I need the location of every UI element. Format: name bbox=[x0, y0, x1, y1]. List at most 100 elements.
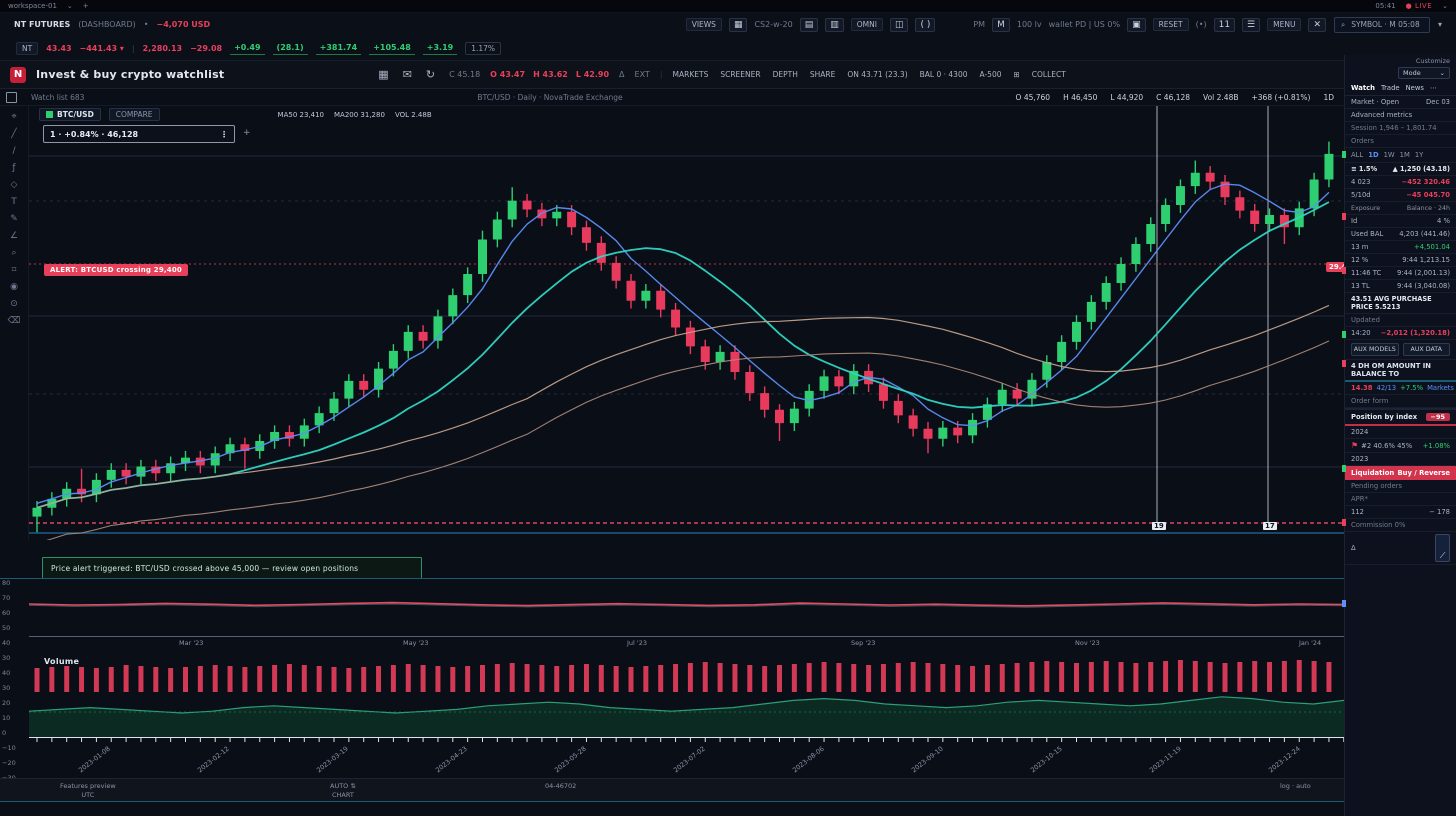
range-tab-1W[interactable]: 1W bbox=[1384, 151, 1395, 159]
mid-axis-label-0: Mar '23 bbox=[179, 639, 203, 647]
app-logo[interactable]: N bbox=[10, 67, 26, 83]
menu-depth[interactable]: DEPTH bbox=[773, 70, 798, 79]
gain-pill-3[interactable]: +381.74 bbox=[316, 42, 362, 55]
mixed-part[interactable]: Markets bbox=[1427, 384, 1454, 392]
dot-separator: • bbox=[144, 20, 149, 29]
delete-icon[interactable]: ⌫ bbox=[5, 314, 23, 328]
candlestick-chart[interactable] bbox=[29, 106, 1344, 540]
sidebar-row-4[interactable]: ALL 1D 1W 1M 1Y bbox=[1345, 148, 1456, 163]
symbol-search-input[interactable]: ⌕ SYMBOL · M 05:08 bbox=[1334, 17, 1430, 33]
brackets-icon[interactable]: ( ) bbox=[915, 18, 935, 32]
momentum-pane[interactable] bbox=[29, 581, 1344, 635]
mode-select[interactable]: Mode ⌄ bbox=[1398, 67, 1450, 79]
customize-link[interactable]: Customize bbox=[1345, 55, 1456, 65]
ticker-strip: NT FUTURES(DASHBOARD)•−4,070 USD VIEWS▦C… bbox=[0, 13, 1456, 61]
omni-button[interactable]: OMNI bbox=[851, 18, 883, 31]
price-alert-banner[interactable]: Price alert triggered: BTC/USD crossed a… bbox=[42, 557, 422, 579]
scale-toggle[interactable]: log · auto bbox=[1280, 782, 1311, 791]
features-toggle[interactable]: Features previewUTC bbox=[60, 782, 116, 800]
shapes-icon[interactable]: ◇ bbox=[5, 178, 23, 192]
lock-icon[interactable]: ⊙ bbox=[5, 297, 23, 311]
text-icon[interactable]: T bbox=[5, 195, 23, 209]
compare-chip[interactable]: COMPARE bbox=[109, 108, 160, 121]
panel-11-button[interactable]: 11 bbox=[1214, 18, 1235, 32]
volume-pane[interactable] bbox=[29, 648, 1344, 737]
grid-tool-icon[interactable]: ⌗ bbox=[5, 263, 23, 277]
exchange-chip[interactable]: NT bbox=[16, 42, 38, 55]
views-button[interactable]: VIEWS bbox=[686, 18, 722, 31]
cursor-icon[interactable]: ⌖ bbox=[5, 110, 23, 124]
trendline-icon[interactable]: ╱ bbox=[5, 127, 23, 141]
chart-layout-icon[interactable]: ▦ bbox=[374, 67, 392, 82]
add-workspace-icon[interactable]: + bbox=[83, 2, 89, 10]
range-tab-1Y[interactable]: 1Y bbox=[1415, 151, 1423, 159]
rows-layout-icon[interactable]: ▤ bbox=[800, 18, 819, 32]
sidebar-row-26[interactable]: LiquidationBuy / Reverse bbox=[1345, 466, 1456, 480]
buy-reverse-button[interactable]: Buy / Reverse bbox=[1397, 469, 1450, 477]
sidebar-tab-1[interactable]: Trade bbox=[1381, 84, 1400, 92]
gain-pill-1[interactable]: +0.49 bbox=[230, 42, 264, 55]
add-alert-icon[interactable]: + bbox=[243, 128, 251, 138]
gain-pill-4[interactable]: +105.48 bbox=[369, 42, 415, 55]
main-chart-area[interactable]: BTC/USD COMPARE MA50 23,410MA200 31,280V… bbox=[29, 106, 1344, 540]
window-menu-icon[interactable]: ⌄ bbox=[1442, 2, 1448, 10]
mixed-part[interactable]: +7.5% bbox=[1400, 384, 1423, 392]
menu-on-value[interactable]: ON 43.71 (23.3) bbox=[847, 70, 907, 79]
reset-button[interactable]: RESET bbox=[1153, 18, 1189, 31]
neutral-pill[interactable]: 1.17% bbox=[465, 42, 501, 55]
mode-m-button[interactable]: M bbox=[992, 18, 1010, 32]
menu-markets[interactable]: MARKETS bbox=[673, 70, 709, 79]
range-tab-1D[interactable]: 1D bbox=[1368, 151, 1378, 159]
magnet-icon[interactable]: ◉ bbox=[5, 280, 23, 294]
grid-layout-icon[interactable]: ▦ bbox=[729, 18, 748, 32]
liquidation-label[interactable]: Liquidation bbox=[1351, 469, 1394, 477]
zoom-icon[interactable]: ⌕ bbox=[5, 246, 23, 260]
columns-layout-icon[interactable]: ▥ bbox=[825, 18, 844, 32]
split-view-icon[interactable]: ◫ bbox=[890, 18, 909, 32]
ray-icon[interactable]: ∕ bbox=[5, 144, 23, 158]
sidebar-tab-0[interactable]: Watch bbox=[1351, 84, 1375, 92]
alert-badge[interactable]: ALERT: BTCUSD crossing 29,400 bbox=[44, 264, 188, 276]
left-axis-value-6: 40 bbox=[2, 666, 28, 681]
sidebar-row-27: Pending orders bbox=[1345, 480, 1456, 493]
gain-pill-2[interactable]: (28.1) bbox=[273, 42, 308, 55]
row-label: ≡ 1.5% bbox=[1351, 165, 1377, 173]
gain-pill-5[interactable]: +3.19 bbox=[423, 42, 457, 55]
menu-list-icon[interactable]: ☰ bbox=[1242, 18, 1260, 32]
menu-screener[interactable]: SCREENER bbox=[720, 70, 760, 79]
angle-icon[interactable]: ∠ bbox=[5, 229, 23, 243]
price-box-menu-icon[interactable]: ⋮ bbox=[220, 130, 228, 139]
price-readout-box[interactable]: 1 · +0.84% · 46,128 ⋮ bbox=[43, 125, 235, 143]
message-icon[interactable]: ✉ bbox=[399, 67, 416, 82]
close-icon[interactable]: ✕ bbox=[1308, 18, 1326, 32]
menu-share[interactable]: SHARE bbox=[810, 70, 835, 79]
menu-button[interactable]: MENU bbox=[1267, 18, 1301, 31]
search-caret-icon[interactable]: ▾ bbox=[1438, 20, 1442, 29]
range-tab-ALL[interactable]: ALL bbox=[1351, 151, 1363, 159]
module-badge[interactable]: −95 bbox=[1426, 413, 1451, 421]
draw-icon[interactable]: ✎ bbox=[5, 212, 23, 226]
menu-collect[interactable]: COLLECT bbox=[1032, 70, 1066, 79]
record-icon[interactable]: (•) bbox=[1196, 20, 1207, 29]
sidebar-tab-3[interactable]: ⋯ bbox=[1430, 84, 1437, 92]
mini-chart-icon[interactable]: ⟋ bbox=[1435, 534, 1450, 562]
wallet-icon[interactable]: ▣ bbox=[1127, 18, 1146, 32]
sidebar-button-aux-data[interactable]: AUX DATA bbox=[1403, 343, 1451, 356]
sidebar-button-aux-models[interactable]: AUX MODELS bbox=[1351, 343, 1399, 356]
sidebar-row-18[interactable]: AUX MODELS AUX DATA bbox=[1345, 340, 1456, 360]
fib-icon[interactable]: ƒ bbox=[5, 161, 23, 175]
menu-a500[interactable]: A-500 bbox=[980, 70, 1002, 79]
mixed-part[interactable]: 14.38 bbox=[1351, 384, 1373, 392]
auto-chart-toggle[interactable]: AUTO ⇅CHART bbox=[330, 782, 356, 800]
sidebar-tab-2[interactable]: News bbox=[1406, 84, 1424, 92]
symbol-chip[interactable]: BTC/USD bbox=[39, 108, 101, 121]
mixed-part[interactable]: 42/13 bbox=[1377, 384, 1397, 392]
sidebar-row-12: 12 %9:44 1,213.15 bbox=[1345, 254, 1456, 267]
add-panel-icon[interactable]: ⊞ bbox=[1014, 70, 1020, 79]
refresh-icon[interactable]: ↻ bbox=[422, 67, 439, 82]
chart-select-checkbox[interactable] bbox=[6, 92, 17, 103]
menu-balance[interactable]: BAL 0 · 4300 bbox=[920, 70, 968, 79]
chart-status-bar: Features previewUTCAUTO ⇅CHART04-46702lo… bbox=[0, 778, 1344, 802]
range-tab-1M[interactable]: 1M bbox=[1400, 151, 1410, 159]
workspace-caret-icon[interactable]: ⌄ bbox=[67, 2, 73, 10]
